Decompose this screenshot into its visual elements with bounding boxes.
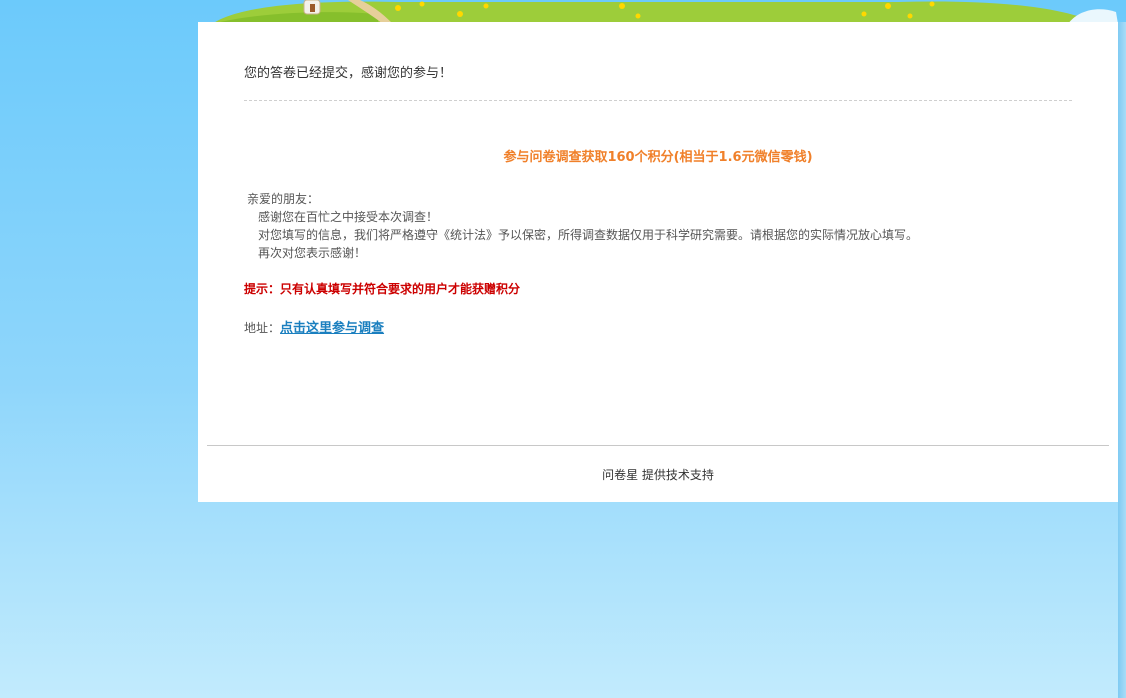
survey-link[interactable]: 点击这里参与调查: [280, 321, 384, 336]
survey-address: 地址：点击这里参与调查: [244, 317, 384, 336]
reward-headline: 参与问卷调查获取160个积分(相当于1.6元微信零钱): [503, 150, 813, 165]
dashed-divider: [244, 100, 1072, 101]
meadow-banner-icon: [198, 0, 1118, 24]
letter-line-thanks: 感谢您在百忙之中接受本次调查！: [258, 210, 439, 224]
submit-message: 您的答卷已经提交，感谢您的参与！: [244, 66, 453, 81]
letter-greeting: 亲爱的朋友：: [247, 192, 320, 206]
house-icon: [303, 0, 321, 15]
result-card: 您的答卷已经提交，感谢您的参与！ 参与问卷调查获取160个积分(相当于1.6元微…: [198, 22, 1118, 502]
address-label: 地址：: [244, 321, 281, 335]
footer-credit: 问卷星 提供技术支持: [602, 468, 714, 482]
invitation-letter: 亲爱的朋友： 感谢您在百忙之中接受本次调查！ 对您填写的信息，我们将严格遵守《统…: [247, 190, 918, 262]
page-edge: [1118, 22, 1126, 698]
eligibility-tip: 提示：只有认真填写并符合要求的用户才能获赠积分: [244, 282, 521, 296]
footer-divider: [207, 445, 1109, 446]
letter-line-privacy: 对您填写的信息，我们将严格遵守《统计法》予以保密，所得调查数据仅用于科学研究需要…: [258, 228, 919, 242]
letter-line-closing: 再次对您表示感谢！: [258, 246, 367, 260]
